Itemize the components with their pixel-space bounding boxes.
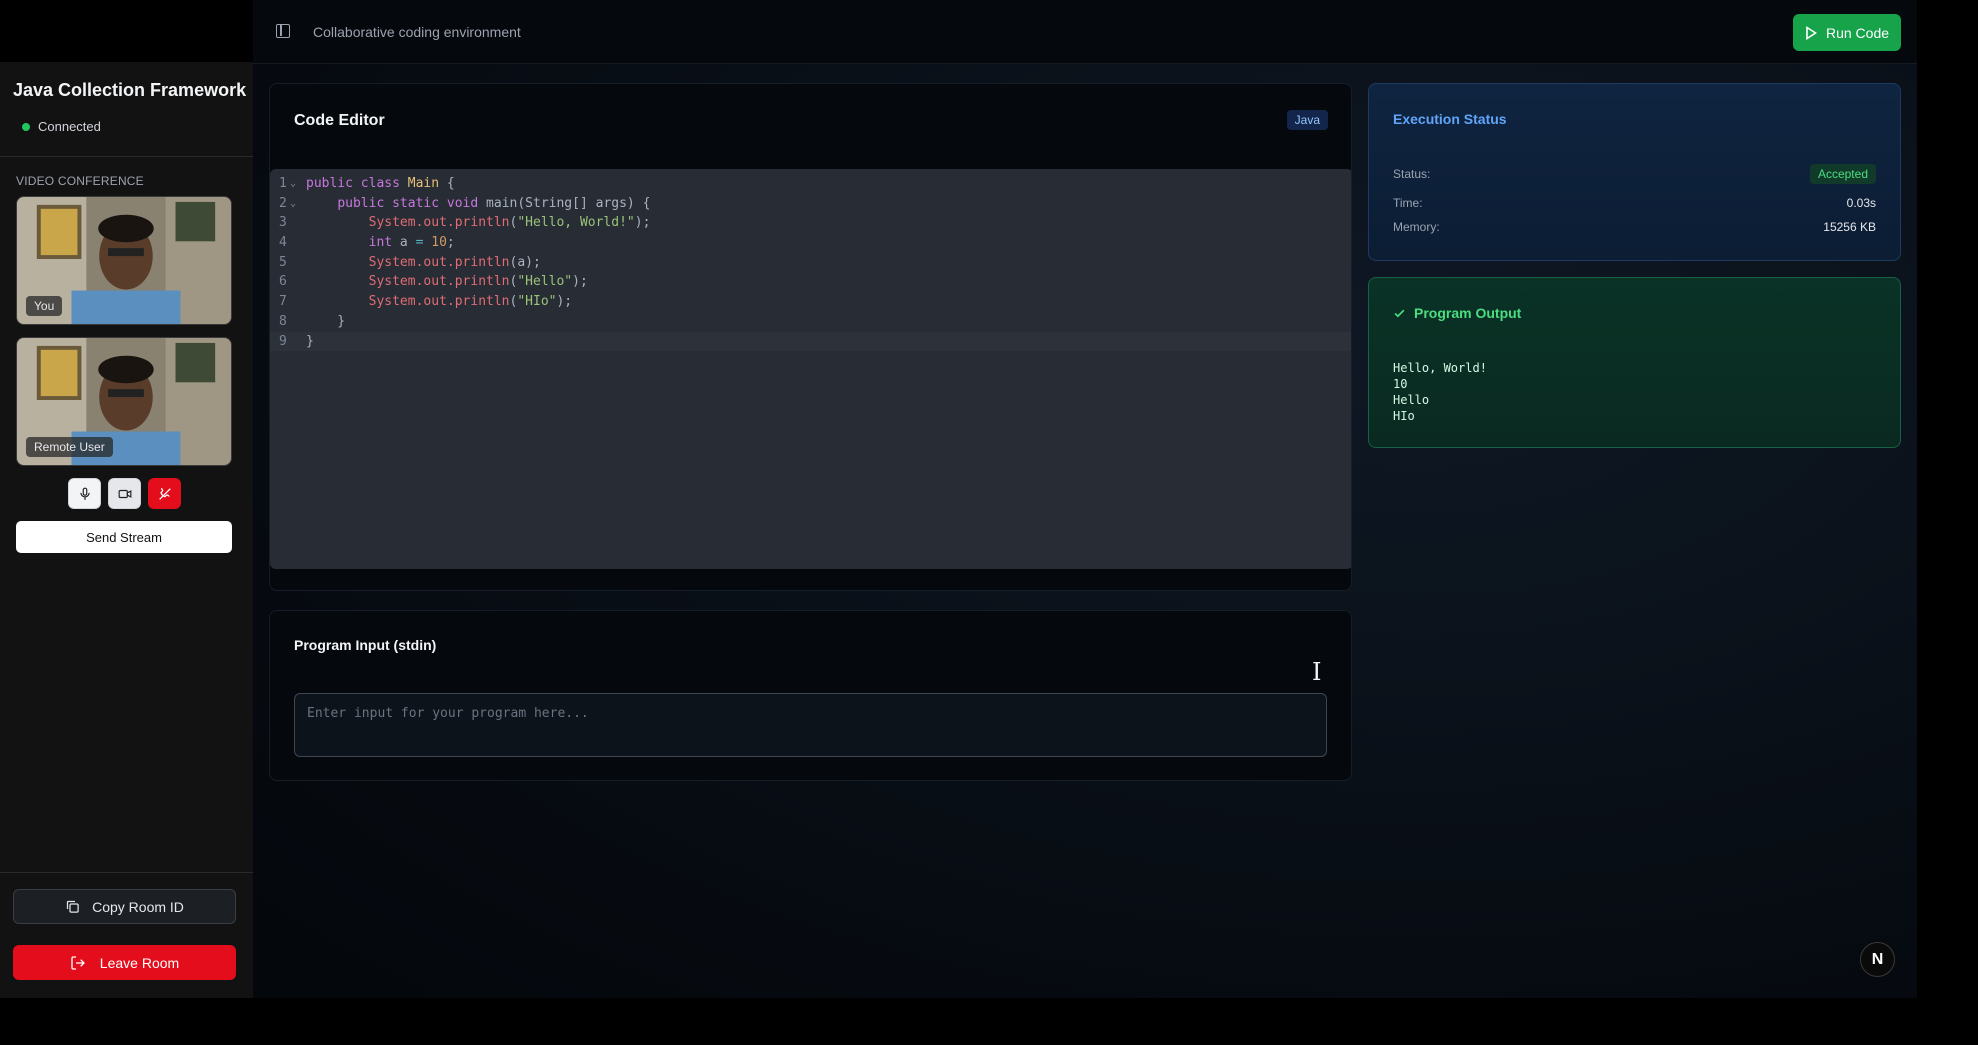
code-line[interactable]: 2 ⌄ public static void main(String[] args…	[270, 194, 1351, 214]
line-number: 3	[279, 215, 287, 231]
line-number: 7	[279, 294, 287, 310]
end-call-button[interactable]	[148, 478, 181, 509]
video-camera-icon	[118, 489, 131, 498]
program-output-card: Program Output Hello, World! 10 Hello HI…	[1368, 277, 1901, 448]
time-value: 0.03s	[1846, 196, 1876, 210]
code-text: System.out.println(a);	[368, 254, 541, 270]
code-line[interactable]: 9}	[270, 331, 1351, 352]
code-text: int a = 10;	[368, 235, 455, 251]
copy-room-id-button[interactable]: Copy Room ID	[13, 889, 236, 924]
memory-value: 15256 KB	[1823, 220, 1876, 234]
code-text: System.out.println("Hello, World!");	[368, 215, 651, 231]
line-number: 6	[279, 274, 287, 290]
code-line[interactable]: 8 }	[270, 312, 1351, 332]
video-label: You	[26, 296, 63, 316]
phone-off-icon	[158, 487, 171, 500]
connection-status: Connected	[22, 119, 101, 134]
mic-icon	[79, 487, 90, 500]
memory-row: Memory: 15256 KB	[1393, 220, 1876, 234]
code-editor-card: Code Editor Java 1 ⌄ public class Main { 2 ⌄…	[269, 83, 1352, 591]
sidebar-header-strip	[0, 0, 253, 62]
divider	[0, 872, 253, 873]
editor-title: Code Editor	[294, 112, 385, 129]
top-bar: Collaborative coding environment Run Cod…	[253, 0, 1917, 64]
fold-chevron-icon[interactable]: ⌄	[290, 174, 296, 194]
code-text: System.out.println("Hello");	[368, 274, 588, 290]
copy-icon	[66, 900, 79, 913]
room-title: Java Collection Framework	[13, 80, 247, 100]
program-input-card: Program Input (stdin)	[269, 610, 1352, 781]
program-input-title: Program Input (stdin)	[294, 637, 437, 653]
mic-toggle-button[interactable]	[68, 478, 101, 509]
run-code-label: Run Code	[1825, 24, 1890, 41]
connection-status-label: Connected	[38, 119, 101, 134]
fold-chevron-icon[interactable]: ⌄	[290, 194, 296, 214]
line-number: 8	[279, 313, 287, 329]
program-output-text: Hello, World! 10 Hello HIo	[1393, 361, 1487, 423]
code-line[interactable]: 6 System.out.println("Hello");	[270, 272, 1351, 292]
line-number: 2 ⌄	[270, 194, 300, 214]
code-text: }	[306, 313, 346, 329]
code-line[interactable]: 7 System.out.println("HIo");	[270, 292, 1351, 312]
code-text: }	[306, 333, 314, 349]
send-stream-button[interactable]: Send Stream	[16, 521, 232, 553]
program-output-title: Program Output	[1393, 305, 1521, 321]
stdin-input[interactable]	[294, 693, 1327, 757]
divider	[0, 156, 253, 157]
code-text: public static void main(String[] args) {	[337, 195, 651, 211]
code-line[interactable]: 5 System.out.println(a);	[270, 253, 1351, 273]
page-subtitle: Collaborative coding environment	[313, 24, 521, 40]
video-label: Remote User	[26, 437, 113, 457]
code-text: public class Main {	[306, 176, 455, 191]
check-icon	[1394, 309, 1405, 317]
code-text: System.out.println("HIo");	[368, 294, 573, 310]
code-line[interactable]: 4 int a = 10;	[270, 233, 1351, 253]
logout-icon	[71, 955, 85, 970]
memory-label: Memory:	[1393, 220, 1440, 234]
line-number: 5	[279, 254, 287, 270]
main-area: Collaborative coding environment Run Cod…	[253, 0, 1917, 998]
status-label: Status:	[1393, 167, 1431, 181]
line-number: 4	[279, 235, 287, 251]
language-badge: Java	[1286, 110, 1328, 130]
text-cursor-icon: I	[1312, 658, 1322, 686]
remote-video: Remote User	[16, 337, 232, 466]
camera-toggle-button[interactable]	[108, 478, 141, 509]
code-editor[interactable]: 1 ⌄ public class Main { 2 ⌄ public static vo…	[270, 169, 1351, 569]
program-output-label: Program Output	[1414, 305, 1522, 321]
sidebar-toggle-icon[interactable]	[276, 24, 290, 38]
line-number: 1 ⌄	[270, 174, 300, 194]
nextjs-badge-icon[interactable]: N	[1860, 942, 1895, 977]
execution-status-card: Execution Status Status: Accepted Time: …	[1368, 83, 1901, 261]
line-number: 9	[279, 333, 287, 349]
code-line[interactable]: 1 ⌄ public class Main {	[270, 174, 1351, 194]
status-dot-icon	[22, 122, 30, 131]
time-row: Time: 0.03s	[1393, 196, 1876, 210]
time-label: Time:	[1393, 196, 1423, 210]
copy-room-id-label: Copy Room ID	[92, 898, 184, 915]
leave-room-button[interactable]: Leave Room	[13, 945, 236, 980]
code-line[interactable]: 3 System.out.println("Hello, World!");	[270, 213, 1351, 233]
sidebar: Java Collection Framework Connected VIDE…	[0, 0, 253, 998]
status-row: Status: Accepted	[1393, 164, 1876, 184]
status-badge: Accepted	[1809, 164, 1876, 184]
run-code-button[interactable]: Run Code	[1793, 14, 1901, 51]
execution-status-title: Execution Status	[1393, 111, 1507, 127]
play-icon	[1806, 25, 1817, 40]
local-video: You	[16, 196, 232, 325]
video-controls	[68, 478, 181, 509]
video-conference-label: VIDEO CONFERENCE	[16, 174, 144, 188]
leave-room-label: Leave Room	[99, 954, 180, 971]
